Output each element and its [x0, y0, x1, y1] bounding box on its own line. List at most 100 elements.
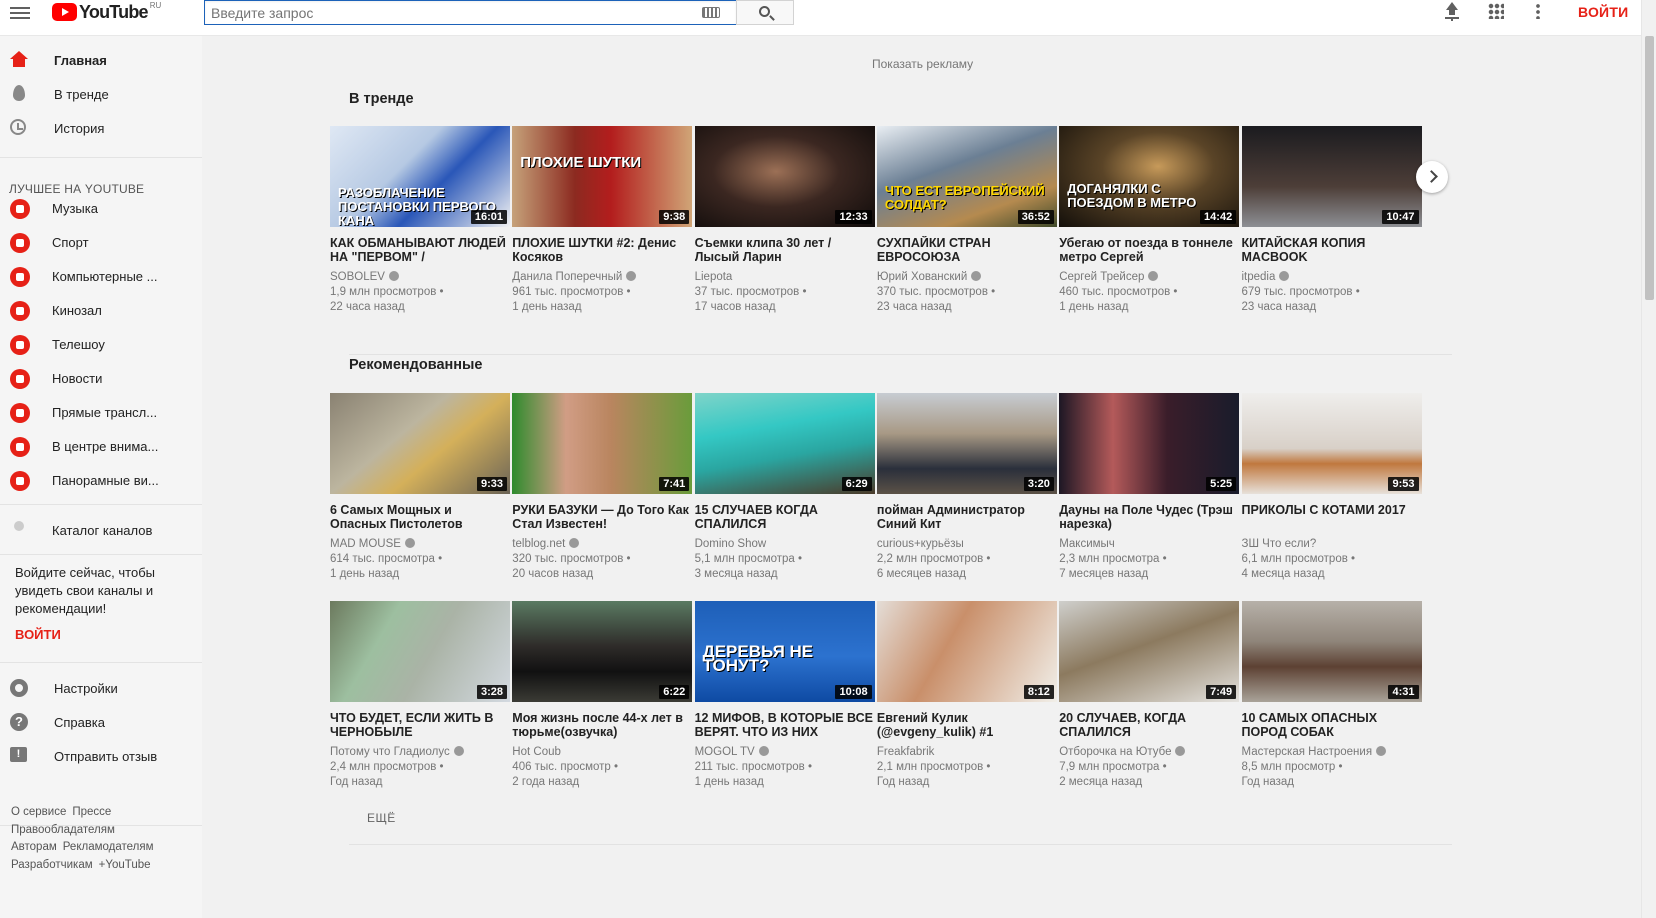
channel-name[interactable]: Сергей Трейсер [1059, 271, 1144, 283]
sidebar-item-movies[interactable]: Кинозал [0, 293, 202, 327]
channel-name[interactable]: Юрий Хованский [877, 271, 967, 283]
youtube-logo[interactable]: YouTube RU [52, 1, 161, 22]
video-title[interactable]: 12 МИФОВ, В КОТОРЫЕ ВСЕ ВЕРЯТ. ЧТО ИЗ НИ… [695, 711, 875, 739]
video-title[interactable]: 15 СЛУЧАЕВ КОГДА СПАЛИЛСЯ [695, 503, 875, 531]
sidebar-item-history[interactable]: История [0, 111, 202, 145]
channel-name[interactable]: Hot Coub [512, 746, 561, 758]
video-card[interactable]: 3:28 ЧТО БУДЕТ, ЕСЛИ ЖИТЬ В ЧЕРНОБЫЛЕ Пото… [330, 601, 510, 790]
menu-icon[interactable] [10, 4, 30, 24]
video-thumbnail[interactable]: 10:47 [1241, 126, 1422, 227]
channel-name[interactable]: telblog.net [512, 538, 565, 550]
sidebar-item-360-video[interactable]: Панорамные ви... [0, 463, 202, 497]
sidebar-item-spotlight[interactable]: В центре внима... [0, 429, 202, 463]
channel-name[interactable]: SOBOLEV [330, 271, 385, 283]
footer-link[interactable]: О сервисе [11, 806, 66, 818]
video-title[interactable]: Убегаю от поезда в тоннеле метро Сергей [1059, 236, 1239, 264]
video-thumbnail[interactable]: 7:41 [512, 393, 693, 494]
video-title[interactable]: ЧТО БУДЕТ, ЕСЛИ ЖИТЬ В ЧЕРНОБЫЛЕ [330, 711, 510, 739]
video-card[interactable]: 9:33 6 Самых Мощных и Опасных Пистолетов M… [330, 393, 510, 582]
channel-name[interactable]: curious+курьёзы [877, 538, 964, 550]
video-title[interactable]: Евгений Кулик (@evgeny_kulik) #1 [877, 711, 1057, 739]
video-card[interactable]: 7:41 РУКИ БАЗУКИ — До Того Как Стал Извес… [512, 393, 693, 582]
video-thumbnail[interactable]: 9:53 [1241, 393, 1422, 494]
video-title[interactable]: 20 СЛУЧАЕВ, КОГДА СПАЛИЛСЯ [1059, 711, 1239, 739]
search-button[interactable] [736, 0, 794, 25]
footer-link[interactable]: +YouTube [99, 859, 151, 871]
video-title[interactable]: Моя жизнь после 44-х лет в тюрьме(озвучк… [512, 711, 692, 739]
video-title[interactable]: КАК ОБМАНЫВАЮТ ЛЮДЕЙ НА "ПЕРВОМ" / [330, 236, 510, 264]
video-card[interactable]: ПЛОХИЕ ШУТКИ 9:38 ПЛОХИЕ ШУТКИ #2: Денис К… [512, 126, 693, 315]
video-thumbnail[interactable]: 8:12 [876, 601, 1057, 702]
channel-name[interactable]: Freakfabrik [877, 746, 935, 758]
apps-grid-icon[interactable] [1488, 3, 1504, 19]
video-card[interactable]: ДЕРЕВЬЯ НЕ ТОНУТ? 10:08 12 МИФОВ, В КОТОРЫ… [694, 601, 875, 790]
video-title[interactable]: РУКИ БАЗУКИ — До Того Как Стал Известен! [512, 503, 692, 531]
shelf-title-trending[interactable]: В тренде [349, 91, 414, 107]
video-card[interactable]: 10:47 КИТАЙСКАЯ КОПИЯ MACBOOK itpedia 679 т… [1241, 126, 1422, 315]
footer-link[interactable]: Рекламодателям [63, 841, 154, 853]
sidebar-item-news[interactable]: Новости [0, 361, 202, 395]
video-thumbnail[interactable]: 12:33 [694, 126, 875, 227]
channel-name[interactable]: Отборочка на Ютубе [1059, 746, 1171, 758]
video-thumbnail[interactable]: ПЛОХИЕ ШУТКИ 9:38 [512, 126, 693, 227]
video-title[interactable]: пойман Администратор Синий Кит [877, 503, 1057, 531]
footer-link[interactable]: Разработчикам [11, 859, 93, 871]
video-title[interactable]: Дауны на Поле Чудес (Трэш нарезка) [1059, 503, 1239, 531]
sidebar-item-gaming[interactable]: Компьютерные ... [0, 259, 202, 293]
keyboard-icon[interactable] [702, 7, 720, 18]
channel-name[interactable]: ЗШ Что если? [1242, 538, 1317, 550]
video-card[interactable]: 5:25 Дауны на Поле Чудес (Трэш нарезка) Ма… [1059, 393, 1240, 582]
show-ads-link[interactable]: Показать рекламу [872, 57, 973, 71]
video-title[interactable]: Съемки клипа 30 лет / Лысый Ларин [695, 236, 875, 264]
sidebar-item-tv-shows[interactable]: Телешоу [0, 327, 202, 361]
sidebar-item-live[interactable]: Прямые трансл... [0, 395, 202, 429]
video-card[interactable]: 4:31 10 САМЫХ ОПАСНЫХ ПОРОД СОБАК Мастерск… [1241, 601, 1422, 790]
video-thumbnail[interactable]: 5:25 [1059, 393, 1240, 494]
video-thumbnail[interactable]: 3:28 [330, 601, 510, 702]
sidebar-item-trending[interactable]: В тренде [0, 77, 202, 111]
sidebar-item-settings[interactable]: Настройки [0, 671, 202, 705]
video-card[interactable]: 3:20 пойман Администратор Синий Кит curiou… [876, 393, 1057, 582]
video-card[interactable]: 7:49 20 СЛУЧАЕВ, КОГДА СПАЛИЛСЯ Отборочка … [1059, 601, 1240, 790]
channel-name[interactable]: Максимыч [1059, 538, 1115, 550]
video-thumbnail[interactable]: 6:22 [512, 601, 693, 702]
video-title[interactable]: СУХПАЙКИ СТРАН ЕВРОСОЮЗА [877, 236, 1057, 264]
search-input[interactable] [204, 0, 736, 25]
footer-link[interactable]: Прессе [72, 806, 111, 818]
more-button[interactable]: ЕЩЁ [367, 811, 396, 825]
video-card[interactable]: 6:22 Моя жизнь после 44-х лет в тюрьме(оз… [512, 601, 693, 790]
channel-name[interactable]: MAD MOUSE [330, 538, 401, 550]
video-thumbnail[interactable]: 4:31 [1241, 601, 1422, 702]
video-thumbnail[interactable]: 6:29 [694, 393, 875, 494]
video-thumbnail[interactable]: ДОГАНЯЛКИ С ПОЕЗДОМ В МЕТРО 14:42 [1059, 126, 1240, 227]
footer-link[interactable]: Правообладателям [11, 824, 115, 836]
video-title[interactable]: 6 Самых Мощных и Опасных Пистолетов [330, 503, 510, 531]
scrollbar-thumb[interactable] [1645, 36, 1654, 300]
sidebar-item-feedback[interactable]: ! Отправить отзыв [0, 739, 202, 773]
sidebar-item-music[interactable]: Музыка [0, 191, 202, 225]
channel-name[interactable]: Liepota [695, 271, 733, 283]
video-card[interactable]: 6:29 15 СЛУЧАЕВ КОГДА СПАЛИЛСЯ Domino Show… [694, 393, 875, 582]
video-thumbnail[interactable]: 7:49 [1059, 601, 1240, 702]
more-vert-icon[interactable] [1536, 3, 1540, 19]
video-title[interactable]: КИТАЙСКАЯ КОПИЯ MACBOOK [1242, 236, 1422, 264]
sidebar-signin-link[interactable]: ВОЙТИ [15, 627, 61, 642]
video-card[interactable]: 8:12 Евгений Кулик (@evgeny_kulik) #1 Frea… [876, 601, 1057, 790]
video-card[interactable]: ЧТО ЕСТ ЕВРОПЕЙСКИЙ СОЛДАТ? 36:52 СУХПАЙКИ… [876, 126, 1057, 315]
video-title[interactable]: ПЛОХИЕ ШУТКИ #2: Денис Косяков [512, 236, 692, 264]
sidebar-item-help[interactable]: ? Справка [0, 705, 202, 739]
video-card[interactable]: ДОГАНЯЛКИ С ПОЕЗДОМ В МЕТРО 14:42 Убегаю о… [1059, 126, 1240, 315]
video-thumbnail[interactable]: РАЗОБЛАЧЕНИЕ ПОСТАНОВКИ ПЕРВОГО КАНА 16:0… [330, 126, 510, 227]
video-card[interactable]: 12:33 Съемки клипа 30 лет / Лысый Ларин Li… [694, 126, 875, 315]
video-title[interactable]: ПРИКОЛЫ С КОТАМИ 2017 [1242, 503, 1422, 531]
video-thumbnail[interactable]: 3:20 [876, 393, 1057, 494]
channel-name[interactable]: Domino Show [695, 538, 767, 550]
channel-name[interactable]: Мастерская Настроения [1242, 746, 1373, 758]
video-title[interactable]: 10 САМЫХ ОПАСНЫХ ПОРОД СОБАК [1242, 711, 1422, 739]
channel-name[interactable]: Данила Поперечный [512, 271, 622, 283]
video-card[interactable]: РАЗОБЛАЧЕНИЕ ПОСТАНОВКИ ПЕРВОГО КАНА 16:0… [330, 126, 510, 315]
scrollbar[interactable] [1641, 0, 1656, 918]
video-card[interactable]: 9:53 ПРИКОЛЫ С КОТАМИ 2017 ЗШ Что если? 6,1… [1241, 393, 1422, 582]
channel-name[interactable]: Потому что Гладиолус [330, 746, 450, 758]
footer-link[interactable]: Авторам [11, 841, 57, 853]
